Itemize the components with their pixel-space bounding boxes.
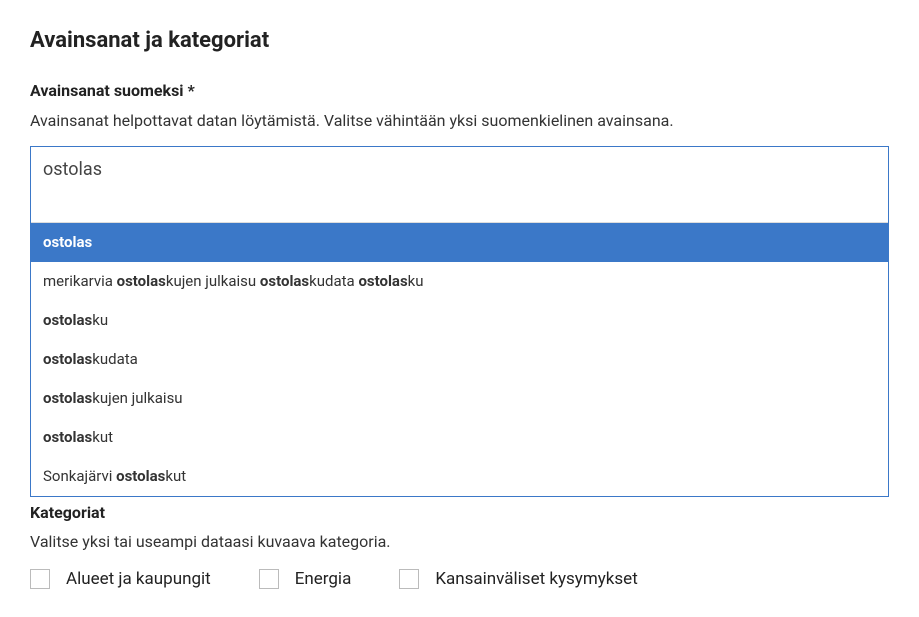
- keywords-label: Avainsanat suomeksi *: [30, 81, 889, 100]
- keywords-search-input[interactable]: [31, 147, 888, 222]
- suggestion-item[interactable]: ostolaskudata: [31, 340, 888, 379]
- categories-label: Kategoriat: [30, 503, 889, 522]
- section-title: Avainsanat ja kategoriat: [30, 28, 889, 53]
- suggestion-item[interactable]: merikarvia ostolaskujen julkaisu ostolas…: [31, 262, 888, 301]
- category-label: Energia: [295, 569, 352, 589]
- keywords-suggestions-dropdown: ostolasmerikarvia ostolaskujen julkaisu …: [31, 222, 888, 496]
- checkbox-box[interactable]: [259, 569, 279, 589]
- category-label: Kansainväliset kysymykset: [435, 569, 637, 589]
- checkbox-box[interactable]: [30, 569, 50, 589]
- categories-help: Valitse yksi tai useampi dataasi kuvaava…: [30, 532, 889, 551]
- category-label: Alueet ja kaupungit: [66, 569, 211, 589]
- suggestion-item[interactable]: ostolasku: [31, 301, 888, 340]
- suggestion-item[interactable]: ostolaskut: [31, 418, 888, 457]
- category-item[interactable]: Energia: [259, 569, 352, 589]
- suggestion-item[interactable]: Sonkajärvi ostolaskut: [31, 457, 888, 496]
- checkbox-box[interactable]: [399, 569, 419, 589]
- keywords-help: Avainsanat helpottavat datan löytämistä.…: [30, 110, 889, 132]
- suggestion-item[interactable]: ostolas: [31, 223, 888, 262]
- suggestion-item[interactable]: ostolaskujen julkaisu: [31, 379, 888, 418]
- keywords-search-wrap: ostolasmerikarvia ostolaskujen julkaisu …: [30, 146, 889, 497]
- category-item[interactable]: Kansainväliset kysymykset: [399, 569, 637, 589]
- categories-row: Alueet ja kaupungit Energia Kansainväliset…: [30, 569, 889, 589]
- category-item[interactable]: Alueet ja kaupungit: [30, 569, 211, 589]
